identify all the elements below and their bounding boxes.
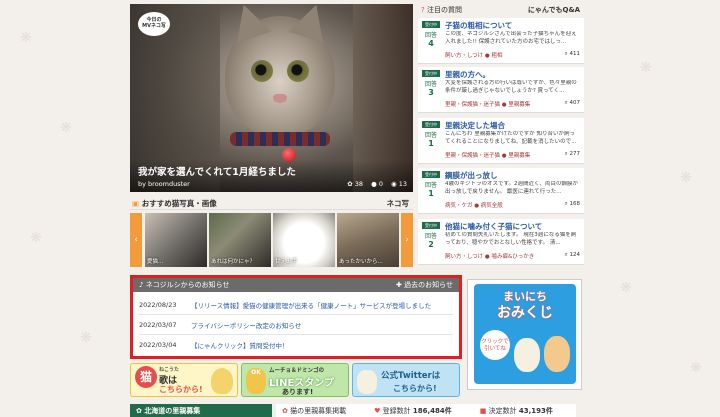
hero-title[interactable]: 我が家を選んでくれて1月経ちました bbox=[138, 164, 296, 178]
cat-mascot-icon bbox=[544, 336, 570, 372]
notice-item[interactable]: 2022/08/23 【リリース情報】愛猫の健康管理が出来る「健康ノート」サービ… bbox=[139, 295, 453, 315]
cat-photo bbox=[225, 4, 335, 136]
comment-count: ● 0 bbox=[371, 180, 383, 188]
question-icon: ? bbox=[421, 6, 425, 14]
cat-mascot-icon bbox=[357, 370, 377, 394]
paw-decoration-icon: ❋ bbox=[640, 60, 652, 76]
twitter-banner[interactable]: 公式Twitterは こちらから! bbox=[352, 363, 460, 397]
hero-stats: ✿ 38 ● 0 ◉ 13 bbox=[347, 180, 407, 188]
qa-header: ? 注目の質問 にゃんでもQ&A bbox=[421, 5, 580, 15]
like-count: ✿ 38 bbox=[347, 180, 364, 188]
notice-item[interactable]: 2022/03/04 【にゃんクリック】質問受付中！ bbox=[139, 335, 453, 355]
carousel-prev-button[interactable]: ‹ bbox=[130, 213, 142, 267]
question-card[interactable]: 受付中 回答 2 他猫に噛み付く子猫について 初めての質問失礼いたします。 現在3… bbox=[418, 219, 584, 265]
click-bubble: クリックで 引いてね bbox=[480, 330, 510, 360]
area-adoption-header[interactable]: ✿ 北海道の里親募集 bbox=[130, 404, 272, 417]
notice-heading: ネコジルシからのお知らせ bbox=[145, 281, 230, 289]
notice-panel: ♪ ネコジルシからのお知らせ ✚ 過去のお知らせ 2022/08/23 【リリー… bbox=[130, 275, 462, 359]
view-count: ◉ 13 bbox=[390, 180, 407, 188]
paw-decoration-icon: ❋ bbox=[80, 330, 92, 346]
thumb-3[interactable]: 甘え上手 bbox=[273, 213, 335, 267]
paw-icon: ✿ bbox=[347, 180, 353, 188]
search-icon: ⌕ bbox=[564, 201, 568, 207]
qa-link[interactable]: にゃんでもQ&A bbox=[528, 5, 580, 15]
camera-icon: ▣ bbox=[132, 199, 140, 208]
paw-decoration-icon: ❋ bbox=[60, 120, 72, 136]
search-icon: ⌕ bbox=[564, 252, 568, 258]
question-card[interactable]: 受付中 回答 1 里親決定した場合 こんにちわ 里親募集かけたのですが 知り合いが… bbox=[418, 118, 584, 164]
hero-author: by broomduster bbox=[138, 180, 190, 188]
search-icon: ⌕ bbox=[564, 100, 568, 106]
plus-icon: ✚ bbox=[396, 281, 402, 289]
check-icon: ■ bbox=[479, 407, 487, 415]
paw-decoration-icon: ❋ bbox=[690, 360, 702, 376]
question-card[interactable]: 受付中 回答 4 子猫の粗相について この度、ネコジルシさんで出会った子猫ちゃんを… bbox=[418, 18, 584, 64]
recommended-header: ▣ おすすめ猫写真・画像 ネコ写 bbox=[130, 196, 413, 210]
chevron-right-icon: › bbox=[405, 235, 409, 245]
paw-icon: ✿ bbox=[136, 407, 142, 415]
comment-icon: ● bbox=[371, 180, 377, 188]
mv-badge: 今日の MVネコ写 bbox=[138, 12, 170, 36]
search-icon: ⌕ bbox=[564, 151, 568, 157]
paw-decoration-icon: ❋ bbox=[680, 170, 692, 186]
paw-icon: ✿ bbox=[282, 407, 288, 415]
eye-icon: ◉ bbox=[390, 180, 397, 188]
question-card[interactable]: 受付中 回答 1 鋼膜が出っ放し 4歳のキジトラのオスです。2週間近く、両目の鋼膜… bbox=[418, 168, 584, 214]
thumb-4[interactable]: あったかいから... bbox=[337, 213, 399, 267]
omikuji-banner[interactable]: まいにち おみくじ クリックで 引いてね bbox=[467, 279, 582, 390]
notice-archive-link[interactable]: ✚ 過去のお知らせ bbox=[396, 280, 453, 290]
thumb-1[interactable]: 愛猫... bbox=[145, 213, 207, 267]
chevron-left-icon: ‹ bbox=[134, 235, 138, 245]
cat-mascot-icon bbox=[514, 338, 540, 372]
line-stamp-banner[interactable]: OK ムーチョ＆ドミンゴの LINEスタンプ あります! bbox=[241, 363, 349, 397]
carousel-next-button[interactable]: › bbox=[401, 213, 413, 267]
thumb-2[interactable]: あれは何かにゃ？ bbox=[209, 213, 271, 267]
search-icon: ⌕ bbox=[564, 51, 568, 57]
hero-photo[interactable]: 今日の MVネコ写 我が家を選んでくれて1月経ちました by broomdust… bbox=[130, 4, 413, 192]
paw-decoration-icon: ❋ bbox=[620, 280, 632, 296]
bell-icon: ♪ bbox=[139, 281, 144, 289]
heart-icon: ♥ bbox=[374, 407, 381, 415]
neko-sha-link[interactable]: ネコ写 bbox=[387, 198, 409, 209]
paw-decoration-icon: ❋ bbox=[30, 230, 42, 246]
nekouta-banner[interactable]: 猫 ねこうた 歌は こちらから! bbox=[130, 363, 238, 397]
cat-mascot-icon bbox=[211, 368, 233, 394]
paw-decoration-icon: ❋ bbox=[20, 30, 32, 46]
recommended-carousel: ‹ 愛猫... あれは何かにゃ？ 甘え上手 あったかいから... › bbox=[130, 213, 413, 267]
adoption-stats: ✿ 猫の里親募集掲載 ♥ 登録数計 186,484件 ■ 決定数計 43,193… bbox=[276, 404, 576, 417]
question-card[interactable]: 受付中 回答 3 里親の方へ。 大変を保護される方の行いは尊いですが、色々里親の条… bbox=[418, 67, 584, 113]
notice-item[interactable]: 2022/03/07 プライバシーポリシー改定のお知らせ bbox=[139, 315, 453, 335]
